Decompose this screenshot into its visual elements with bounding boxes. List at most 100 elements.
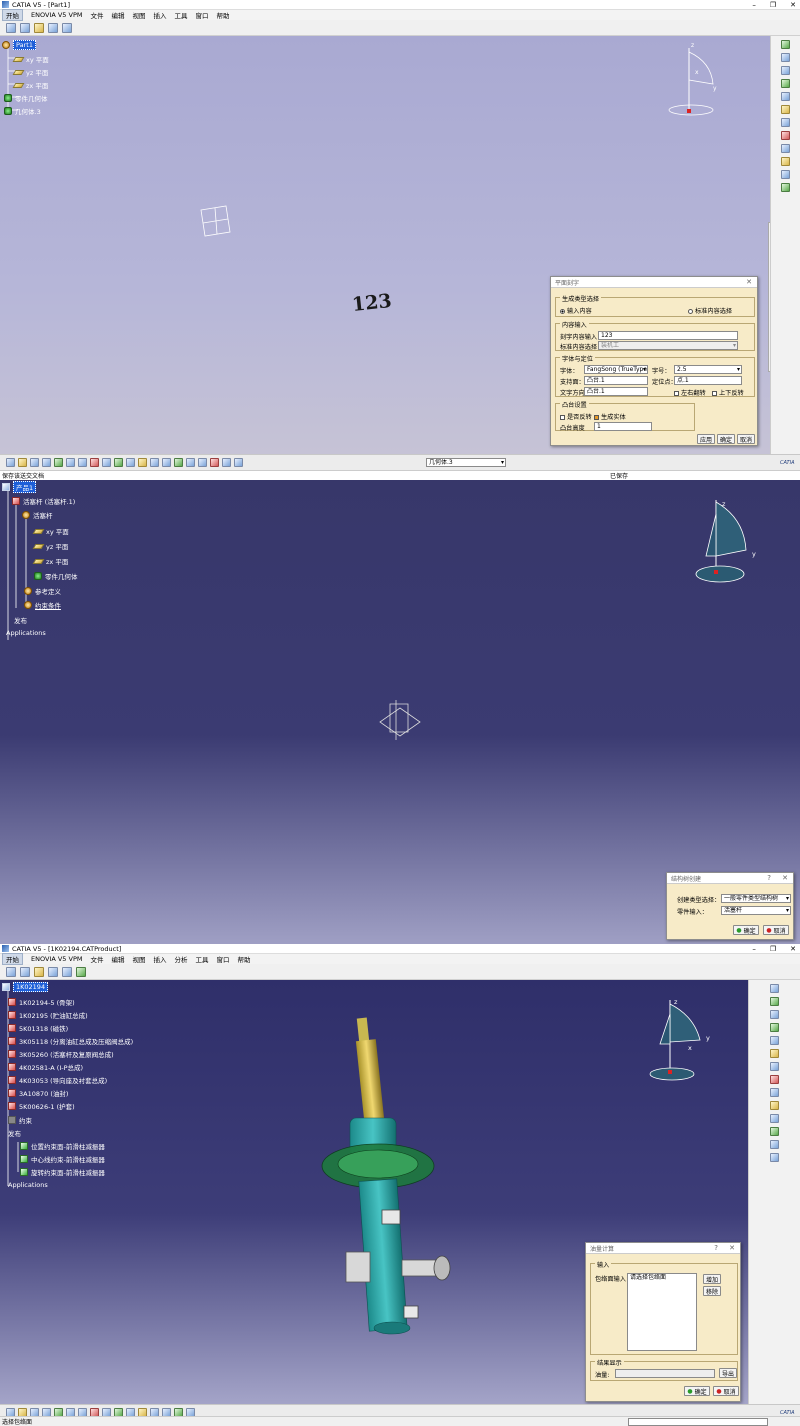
- toolbar-tool-icon[interactable]: [174, 458, 183, 467]
- remove-button[interactable]: 移除: [703, 1286, 721, 1296]
- toolbar-tool-icon[interactable]: [126, 458, 135, 467]
- toolbar-tool-icon[interactable]: [62, 966, 72, 977]
- toolbar-tool-icon[interactable]: [234, 458, 243, 467]
- tree-item[interactable]: xy 平面: [32, 526, 69, 536]
- toolbar-tool-icon[interactable]: [138, 458, 147, 467]
- tree-item[interactable]: 4K03053 (导向座及衬套总成): [8, 1075, 107, 1085]
- menu-window[interactable]: 窗口: [195, 10, 208, 20]
- toolbar-tool-icon[interactable]: [48, 966, 58, 977]
- tree-applications[interactable]: Applications: [8, 1181, 48, 1189]
- restore-icon[interactable]: ❐: [770, 945, 776, 953]
- menu-tools[interactable]: 工具: [195, 954, 208, 964]
- flip-lr-checkbox[interactable]: 左右翻转: [674, 388, 706, 397]
- type-select[interactable]: 一般零件类型结构树: [721, 894, 791, 903]
- toolbar-tool-icon[interactable]: [34, 22, 44, 33]
- tree-applications[interactable]: Applications: [6, 629, 46, 637]
- tree-part[interactable]: 活塞杆 (活塞杆.1): [12, 496, 75, 506]
- help-icon[interactable]: ?: [767, 874, 771, 882]
- toolbar-tool-icon[interactable]: [198, 458, 207, 467]
- tree-constraints[interactable]: 约束: [8, 1115, 32, 1125]
- toolbar-tool-icon[interactable]: [770, 1010, 779, 1019]
- menu-help[interactable]: 帮助: [216, 10, 229, 20]
- current-body-select[interactable]: 几何体.3: [426, 458, 506, 467]
- toolbar-tool-icon[interactable]: [30, 458, 39, 467]
- menu-analysis[interactable]: 分析: [174, 954, 187, 964]
- toolbar-tool-icon[interactable]: [6, 22, 16, 33]
- tree-item[interactable]: 参考定义: [24, 586, 61, 596]
- tree-item[interactable]: xy 平面: [12, 54, 49, 64]
- direction-input[interactable]: 凸台.1: [584, 387, 648, 396]
- tree-item[interactable]: 几何体.3: [4, 106, 41, 116]
- menu-start[interactable]: 开始: [2, 9, 23, 21]
- tree-pub-item[interactable]: 旋转约束面-前滑柱减振器: [20, 1167, 105, 1177]
- toolbar-tool-icon[interactable]: [781, 131, 790, 140]
- ok-button[interactable]: 确定: [717, 434, 735, 444]
- dialog-close-icon[interactable]: ✕: [782, 874, 788, 882]
- toolbar-tool-icon[interactable]: [770, 1101, 779, 1110]
- menu-view[interactable]: 视图: [132, 954, 145, 964]
- toolbar-tool-icon[interactable]: [18, 458, 27, 467]
- toolbar-tool-icon[interactable]: [770, 1049, 779, 1058]
- toolbar-tool-icon[interactable]: [48, 22, 58, 33]
- toolbar-tool-icon[interactable]: [781, 183, 790, 192]
- minimize-icon[interactable]: –: [752, 945, 756, 953]
- radio-input-content[interactable]: 输入内容: [560, 306, 592, 315]
- toolbar-tool-icon[interactable]: [150, 458, 159, 467]
- menu-edit[interactable]: 编辑: [111, 10, 124, 20]
- toolbar-tool-icon[interactable]: [20, 966, 30, 977]
- toolbar-tool-icon[interactable]: [770, 997, 779, 1006]
- tree-item[interactable]: 约束条件: [24, 600, 61, 610]
- menu-start[interactable]: 开始: [2, 953, 23, 965]
- toolbar-tool-icon[interactable]: [162, 458, 171, 467]
- toolbar-tool-icon[interactable]: [6, 966, 16, 977]
- font-select[interactable]: FangSong (TrueType): [584, 365, 648, 374]
- toolbar-tool-icon[interactable]: [781, 105, 790, 114]
- menu-file[interactable]: 文件: [90, 10, 103, 20]
- tree-item[interactable]: 1K02195 (贮油缸总成): [8, 1010, 88, 1020]
- toolbar-tool-icon[interactable]: [770, 1088, 779, 1097]
- toolbar-tool-icon[interactable]: [770, 1114, 779, 1123]
- toolbar-tool-icon[interactable]: [770, 1127, 779, 1136]
- menu-insert[interactable]: 插入: [153, 954, 166, 964]
- radio-standard-content[interactable]: 标准内容选择: [688, 306, 732, 315]
- tree-item[interactable]: yz 平面: [32, 541, 68, 551]
- tree-sub[interactable]: 活塞杆: [22, 510, 53, 520]
- toolbar-tool-icon[interactable]: [781, 144, 790, 153]
- export-button[interactable]: 导出: [719, 1368, 737, 1378]
- toolbar-tool-icon[interactable]: [781, 66, 790, 75]
- tree-publication[interactable]: 发布: [8, 1128, 21, 1138]
- toolbar-tool-icon[interactable]: [770, 1153, 779, 1162]
- menu-view[interactable]: 视图: [132, 10, 145, 20]
- 3d-viewport[interactable]: 产品1 活塞杆 (活塞杆.1) 活塞杆 xy 平面 yz 平面 zx 平面 零件…: [0, 480, 800, 944]
- ok-button[interactable]: ● 确定: [733, 925, 759, 935]
- dialog-close-icon[interactable]: ✕: [729, 1244, 735, 1252]
- toolbar-tool-icon[interactable]: [90, 458, 99, 467]
- close-icon[interactable]: ✕: [790, 1, 796, 9]
- add-button[interactable]: 增加: [703, 1274, 721, 1284]
- tree-item[interactable]: 5K00626-1 (护套): [8, 1101, 75, 1111]
- toolbar-tool-icon[interactable]: [210, 458, 219, 467]
- close-icon[interactable]: ✕: [790, 945, 796, 953]
- command-input[interactable]: [628, 1418, 768, 1426]
- menu-file[interactable]: 文件: [90, 954, 103, 964]
- toolbar-tool-icon[interactable]: [770, 1075, 779, 1084]
- tree-item[interactable]: 零件几何体: [34, 571, 78, 581]
- tree-item[interactable]: 5K01318 (磁铁): [8, 1023, 68, 1033]
- solid-checkbox[interactable]: 生成实体: [594, 412, 626, 421]
- toolbar-tool-icon[interactable]: [78, 458, 87, 467]
- toolbar-tool-icon[interactable]: [34, 966, 44, 977]
- toolbar-tool-icon[interactable]: [781, 40, 790, 49]
- toolbar-tool-icon[interactable]: [781, 92, 790, 101]
- tree-item[interactable]: 3K05118 (分离油缸总成及压缩阀总成): [8, 1036, 133, 1046]
- 3d-viewport[interactable]: Part1 xy 平面 yz 平面 zx 平面 零件几何体 几何体.3 123 …: [0, 36, 770, 454]
- tree-item[interactable]: 1K02194-5 (骨架): [8, 997, 75, 1007]
- envelope-list[interactable]: 请选择包络面: [627, 1273, 697, 1351]
- toolbar-tool-icon[interactable]: [54, 458, 63, 467]
- toolbar-tool-icon[interactable]: [76, 966, 86, 977]
- tree-pub-item[interactable]: 中心线约束-前滑柱减振器: [20, 1154, 105, 1164]
- tree-item[interactable]: 3K05260 (活塞杆及复原阀总成): [8, 1049, 114, 1059]
- menu-edit[interactable]: 编辑: [111, 954, 124, 964]
- tree-root[interactable]: 1K02194: [2, 982, 49, 992]
- ok-button[interactable]: ● 确定: [684, 1386, 710, 1396]
- menu-tools[interactable]: 工具: [174, 10, 187, 20]
